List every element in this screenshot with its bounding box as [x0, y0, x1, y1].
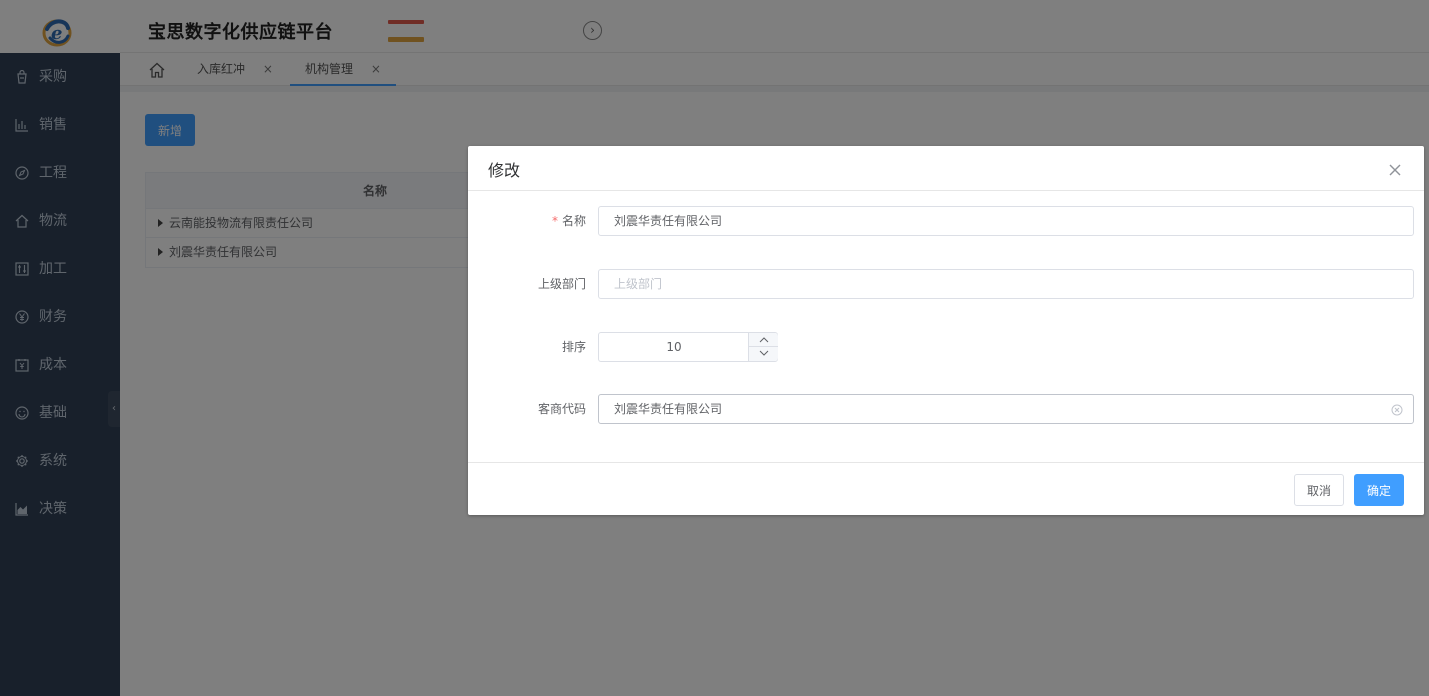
chevron-up-icon — [759, 337, 769, 343]
dialog-header: 修改 — [468, 146, 1424, 191]
chevron-down-icon — [759, 350, 769, 356]
merchant-code-select[interactable]: 刘震华责任有限公司 — [598, 394, 1414, 424]
form-label-name: * 名称 — [468, 206, 586, 238]
cancel-button[interactable]: 取消 — [1294, 474, 1344, 506]
sort-order-input[interactable]: 10 — [599, 333, 749, 361]
app-root: e 宝思数字化供应链平台 › 采购 销售 工程 物流 加工 — [0, 0, 1429, 696]
form-label-sort: 排序 — [561, 340, 586, 354]
confirm-button[interactable]: 确定 — [1354, 474, 1404, 506]
label-text: 名称 — [561, 214, 586, 228]
clear-circle-icon[interactable] — [1391, 404, 1403, 416]
form-label-parent: 上级部门 — [537, 277, 586, 291]
name-input[interactable]: 刘震华责任有限公司 — [598, 206, 1414, 236]
edit-dialog: 修改 * 名称 刘震华责任有限公司 上级部门 上级部门 排序 10 客商代码 刘… — [468, 146, 1424, 515]
parent-department-select[interactable]: 上级部门 — [598, 269, 1414, 299]
sort-order-stepper: 10 — [598, 332, 778, 362]
merchant-code-value: 刘震华责任有限公司 — [614, 402, 723, 416]
close-icon[interactable] — [1388, 163, 1402, 177]
form-row-parent: 上级部门 上级部门 — [468, 269, 1424, 301]
form-row-name: * 名称 刘震华责任有限公司 — [468, 206, 1424, 238]
form-row-code: 客商代码 刘震华责任有限公司 — [468, 394, 1424, 426]
stepper-decrease-button[interactable] — [748, 347, 778, 361]
form-row-sort: 排序 10 — [468, 332, 1424, 364]
stepper-increase-button[interactable] — [748, 333, 778, 347]
dialog-footer: 取消 确定 — [468, 462, 1424, 515]
dialog-title: 修改 — [488, 161, 521, 180]
required-mark: * — [551, 214, 558, 228]
form-label-code: 客商代码 — [537, 402, 586, 416]
